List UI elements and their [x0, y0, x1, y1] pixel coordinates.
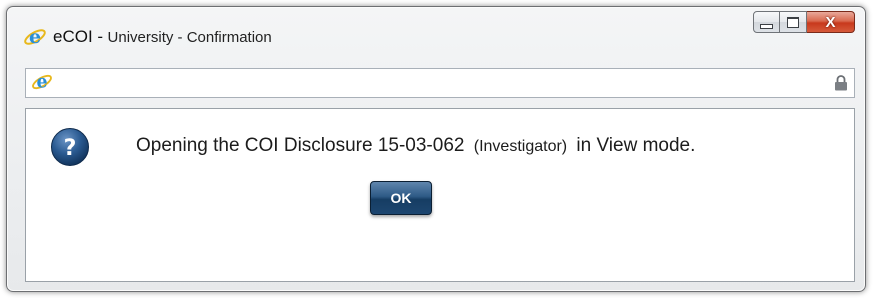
window-title-text: University - Confirmation: [107, 29, 272, 46]
svg-text:e: e: [36, 73, 47, 93]
ok-button[interactable]: OK: [370, 181, 432, 215]
minimize-button[interactable]: [753, 11, 780, 33]
title-bar[interactable]: e eCOI - University - Confirmation X: [7, 7, 865, 65]
dialog-content: ? Opening the COI Disclosure 15-03-062 (…: [25, 108, 855, 282]
confirmation-window: e eCOI - University - Confirmation X e ?…: [6, 6, 866, 292]
ie-page-icon: e: [32, 73, 52, 93]
message-role: (Investigator): [473, 138, 568, 155]
message-suffix: in View mode.: [576, 135, 696, 156]
close-icon: X: [825, 13, 836, 31]
window-title: eCOI - University - Confirmation: [53, 27, 272, 47]
svg-text:?: ?: [64, 136, 77, 161]
lock-icon: [835, 75, 847, 91]
svg-text:e: e: [29, 26, 41, 48]
question-icon: ?: [51, 128, 89, 166]
close-button[interactable]: X: [807, 11, 855, 33]
address-bar[interactable]: e: [25, 68, 855, 98]
ie-icon: e: [24, 26, 46, 48]
confirmation-message: Opening the COI Disclosure 15-03-062 (In…: [136, 135, 695, 157]
window-controls: X: [753, 11, 855, 33]
maximize-button[interactable]: [780, 11, 807, 33]
message-prefix: Opening the COI Disclosure 15-03-062: [136, 135, 465, 156]
maximize-icon: [787, 16, 799, 28]
app-name: eCOI -: [53, 27, 104, 46]
minimize-icon: [760, 23, 773, 29]
